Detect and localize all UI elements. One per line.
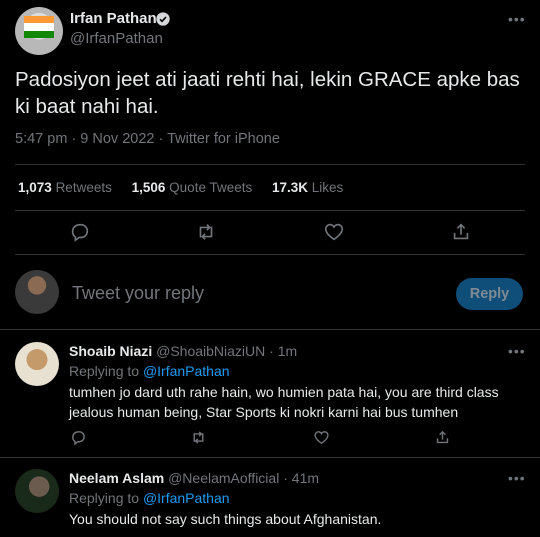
tweet-time[interactable]: 5:47 pm	[15, 131, 67, 147]
more-options-icon[interactable]: •••	[508, 11, 526, 27]
divider	[15, 254, 525, 255]
reply-avatar[interactable]	[15, 342, 59, 386]
divider	[15, 210, 525, 211]
reply-tweet[interactable]: Neelam Aslam @NeelamAofficial · 41m ••• …	[0, 458, 540, 537]
share-icon[interactable]	[450, 221, 472, 243]
like-icon[interactable]	[313, 429, 330, 446]
replying-to-link[interactable]: @IrfanPathan	[143, 490, 230, 506]
reply-icon[interactable]	[70, 429, 87, 446]
quote-tweets-stat[interactable]: 1,506 Quote Tweets	[132, 180, 253, 195]
share-icon[interactable]	[434, 429, 451, 446]
reply-text: You should not say such things about Afg…	[69, 511, 382, 527]
retweet-icon[interactable]	[190, 429, 207, 446]
tweet-date[interactable]: 9 Nov 2022	[80, 131, 154, 147]
replying-to: Replying to @IrfanPathan	[69, 490, 230, 506]
tweet-source[interactable]: Twitter for iPhone	[167, 131, 280, 147]
replying-to: Replying to @IrfanPathan	[69, 363, 230, 379]
author-name[interactable]: Irfan Pathan	[70, 10, 157, 27]
reply-author[interactable]: Neelam Aslam @NeelamAofficial · 41m	[69, 470, 319, 486]
reply-icon[interactable]	[69, 221, 91, 243]
retweet-icon[interactable]	[195, 221, 217, 243]
reply-time[interactable]: 1m	[278, 343, 297, 359]
tweet-stats: 1,073 Retweets 1,506 Quote Tweets 17.3K …	[18, 180, 343, 195]
divider	[15, 164, 525, 165]
current-user-avatar[interactable]	[15, 270, 59, 314]
author-handle[interactable]: @IrfanPathan	[70, 30, 163, 47]
reply-author[interactable]: Shoaib Niazi @ShoaibNiaziUN · 1m	[69, 343, 297, 359]
like-icon[interactable]	[323, 221, 345, 243]
reply-time[interactable]: 41m	[292, 470, 319, 486]
reply-button[interactable]: Reply	[456, 278, 523, 310]
reply-tweet[interactable]: Shoaib Niazi @ShoaibNiaziUN · 1m ••• Rep…	[0, 330, 540, 456]
reply-handle[interactable]: @ShoaibNiaziUN	[156, 343, 265, 359]
reply-text: tumhen jo dard uth rahe hain, wo humien …	[69, 384, 499, 420]
india-flag-icon	[24, 16, 54, 38]
author-avatar[interactable]	[15, 7, 63, 55]
reply-handle[interactable]: @NeelamAofficial	[168, 470, 279, 486]
meta-separator: ·	[158, 131, 168, 147]
reply-avatar[interactable]	[15, 469, 59, 513]
more-options-icon[interactable]: •••	[508, 470, 526, 486]
reply-input[interactable]: Tweet your reply	[72, 283, 204, 304]
meta-separator: ·	[265, 343, 278, 359]
likes-stat[interactable]: 17.3K Likes	[272, 180, 343, 195]
more-options-icon[interactable]: •••	[508, 343, 526, 359]
meta-separator: ·	[71, 131, 81, 147]
verified-badge-icon	[156, 12, 170, 26]
tweet-text: Padosiyon jeet ati jaati rehti hai, leki…	[15, 68, 520, 118]
tweet-meta: 5:47 pm · 9 Nov 2022 · Twitter for iPhon…	[15, 131, 280, 147]
replying-to-link[interactable]: @IrfanPathan	[143, 363, 230, 379]
retweets-stat[interactable]: 1,073 Retweets	[18, 180, 112, 195]
meta-separator: ·	[279, 470, 292, 486]
